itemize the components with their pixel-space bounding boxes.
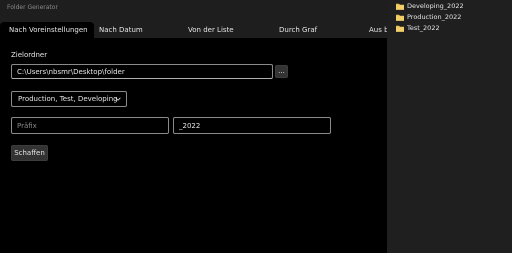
folder-name: Developing_2022 — [407, 2, 464, 10]
folder-generator-window: Folder Generator Nach Voreinstellungen N… — [0, 0, 387, 253]
tab-label: Aus b — [369, 26, 387, 34]
file-explorer-panel: Developing_2022 Production_2022 Test_202… — [387, 0, 512, 253]
preset-dropdown[interactable]: Production, Test, Developing — [11, 91, 127, 107]
chevron-down-icon — [115, 97, 121, 101]
folder-icon — [396, 25, 404, 32]
tab-aus[interactable]: Aus b — [369, 22, 387, 38]
tab-nach-voreinstellungen[interactable]: Nach Voreinstellungen — [0, 22, 94, 38]
list-item[interactable]: Developing_2022 — [396, 2, 506, 11]
target-folder-input[interactable] — [11, 64, 273, 79]
prefix-input[interactable] — [11, 117, 169, 134]
folder-name: Test_2022 — [407, 24, 440, 32]
tab-von-der-liste[interactable]: Von der Liste — [188, 22, 234, 38]
create-button[interactable]: Schaffen — [11, 145, 48, 161]
folder-name: Production_2022 — [407, 13, 462, 21]
tab-nach-datum[interactable]: Nach Datum — [99, 22, 143, 38]
list-item[interactable]: Test_2022 — [396, 24, 506, 33]
tab-label: Von der Liste — [188, 26, 234, 34]
tab-label: Nach Datum — [99, 26, 143, 34]
folder-icon — [396, 3, 404, 10]
list-item[interactable]: Production_2022 — [396, 13, 506, 22]
desktop: Folder Generator Nach Voreinstellungen N… — [0, 0, 512, 253]
browse-button-label: ... — [278, 67, 285, 75]
tab-label: Nach Voreinstellungen — [9, 26, 88, 34]
title-bar[interactable]: Folder Generator — [0, 0, 387, 19]
create-button-label: Schaffen — [14, 149, 45, 157]
suffix-input[interactable] — [173, 117, 331, 134]
window-title: Folder Generator — [7, 4, 58, 11]
tab-bar: Nach Voreinstellungen Nach Datum Von der… — [0, 19, 387, 38]
target-folder-label: Zielordner — [11, 51, 48, 59]
preset-selected-value: Production, Test, Developing — [18, 95, 118, 103]
tab-durch-graf[interactable]: Durch Graf — [279, 22, 317, 38]
tab-content: Zielordner ... Production, Test, Develop… — [0, 38, 387, 253]
browse-button[interactable]: ... — [275, 65, 288, 78]
tab-label: Durch Graf — [279, 26, 318, 34]
folder-icon — [396, 14, 404, 21]
